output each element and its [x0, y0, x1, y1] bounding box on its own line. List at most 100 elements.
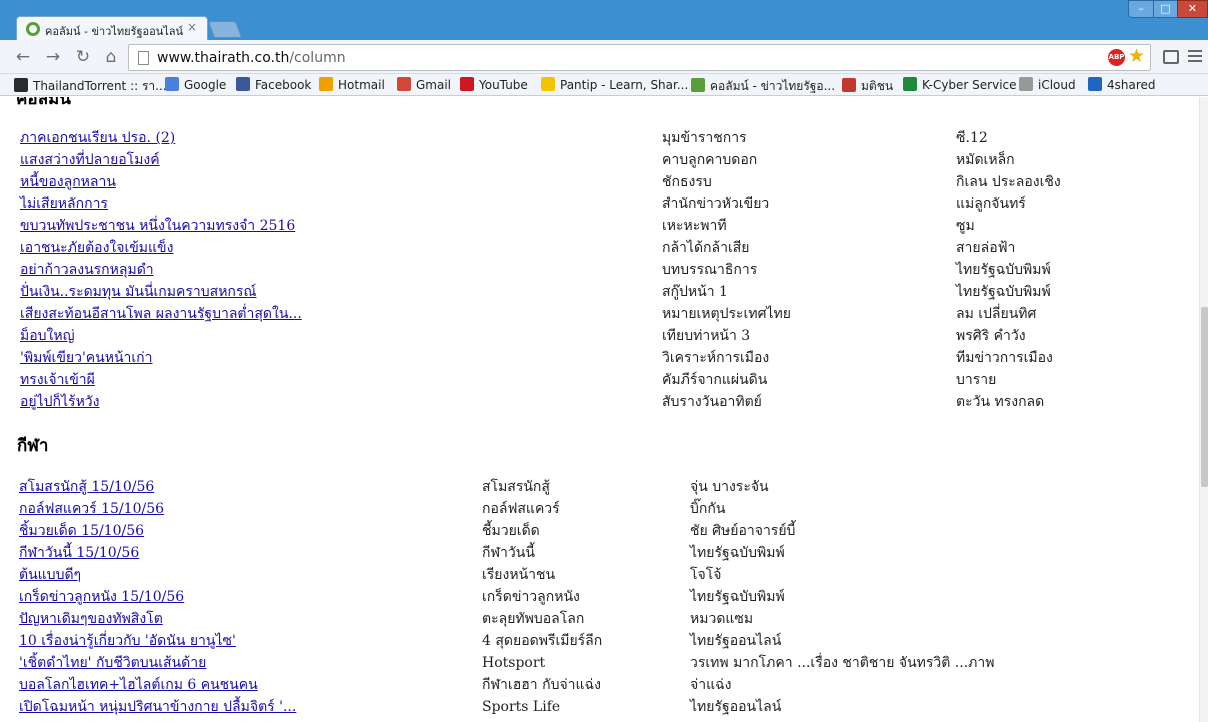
table-row: 10 เรื่องน่ารู้เกี่ยวกับ 'อัดนัน ยานูไซ'…	[0, 630, 1199, 652]
column-name: ตะลุยทัพบอลโลก	[482, 611, 585, 627]
article-title-link[interactable]: 'เชิ้ตดำไทย' กับชีวิตบนเส้นด้าย	[19, 652, 206, 674]
address-bar[interactable]: www.thairath.co.th/column ABP ★	[128, 44, 1151, 71]
bookmark-favicon-icon	[319, 77, 333, 91]
table-row: เกร็ดข่าวลูกหนัง 15/10/56 เกร็ดข่าวลูกหนั…	[0, 586, 1199, 608]
bookmark-item[interactable]: Facebook	[236, 77, 311, 92]
bookmark-item[interactable]: iCloud	[1019, 77, 1076, 92]
article-title-link[interactable]: 10 เรื่องน่ารู้เกี่ยวกับ 'อัดนัน ยานูไซ'	[19, 630, 236, 652]
bookmark-label: YouTube	[479, 78, 528, 92]
article-title-link[interactable]: ทรงเจ้าเข้าผี	[20, 369, 95, 391]
minimize-button[interactable]: –	[1128, 0, 1154, 18]
table-row: ทรงเจ้าเข้าผี คัมภีร์จากแผ่นดิน บาราย	[0, 369, 1199, 391]
article-title-link[interactable]: เปิดโฉมหน้า หนุ่มปริศนาข้างกาย ปลื้มจิตร…	[19, 696, 296, 718]
bookmark-item[interactable]: Pantip - Learn, Shar...	[541, 77, 688, 92]
bookmark-item[interactable]: Google	[165, 77, 226, 92]
article-title-link[interactable]: อย่าก้าวลงนรกหลุมดำ	[20, 259, 154, 281]
author-name: กิเลน ประลองเชิง	[956, 174, 1061, 190]
author-name: แม่ลูกจันทร์	[956, 196, 1026, 212]
column-name: กีฬาเฮฮา กับจ่าแฉ่ง	[482, 677, 601, 693]
url-text[interactable]: www.thairath.co.th/column	[157, 50, 346, 66]
bookmark-item[interactable]: 4shared	[1088, 77, 1156, 92]
table-row: เสียงสะท้อนอีสานโพล ผลงานรัฐบาลต่ำสุดใน.…	[0, 303, 1199, 325]
bookmark-favicon-icon	[541, 77, 555, 91]
column-name: คัมภีร์จากแผ่นดิน	[662, 372, 768, 388]
vertical-scrollbar[interactable]	[1199, 97, 1208, 722]
bookmark-item[interactable]: Hotmail	[319, 77, 385, 92]
adblock-icon[interactable]: ABP	[1108, 49, 1125, 66]
author-name: ไทยรัฐฉบับพิมพ์	[690, 589, 785, 605]
author-name: วรเทพ มากโภคา ...เรื่อง ชาติชาย จันทรวิต…	[690, 655, 995, 671]
bookmark-label: มติชน	[861, 79, 894, 93]
author-name: จ่าแฉ่ง	[690, 677, 732, 693]
column-name: หมายเหตุประเทศไทย	[662, 306, 791, 322]
article-title-link[interactable]: 'พิมพ์เขียว'คนหน้าเก่า	[20, 347, 153, 369]
bookmark-label: คอลัมน์ - ข่าวไทยรัฐอ...	[710, 79, 836, 93]
bookmark-item[interactable]: YouTube	[460, 77, 528, 92]
new-tab-button[interactable]	[207, 21, 243, 38]
article-title-link[interactable]: อยู่ไปก็ไร้หวัง	[20, 391, 100, 413]
column-name: 4 สุดยอดพรีเมียร์ลีก	[482, 633, 603, 649]
article-title-link[interactable]: ต้นแบบดีๆ	[19, 564, 81, 586]
bookmark-label: ThailandTorrent :: รา...	[33, 79, 167, 93]
article-title-link[interactable]: บอลโลกไฮเทค+ไฮไลต์เกม 6 คนชนคน	[19, 674, 258, 696]
bookmark-favicon-icon	[691, 78, 705, 92]
back-arrow-icon[interactable]: ←	[13, 47, 33, 67]
article-title-link[interactable]: เสียงสะท้อนอีสานโพล ผลงานรัฐบาลต่ำสุดใน.…	[20, 303, 302, 325]
bookmark-item[interactable]: คอลัมน์ - ข่าวไทยรัฐอ...	[691, 77, 835, 96]
article-title-link[interactable]: ภาคเอกชนเรียน ปรอ. (2)	[20, 127, 175, 149]
article-title-link[interactable]: ปัญหาเดิมๆของทัพสิงโต	[19, 608, 163, 630]
menu-icon[interactable]	[1188, 50, 1202, 64]
window-titlebar: คอลัมน์ - ข่าวไทยรัฐออนไลน์ × – □ ✕	[0, 0, 1208, 40]
article-title-link[interactable]: เกร็ดข่าวลูกหนัง 15/10/56	[19, 586, 184, 608]
bookmark-item[interactable]: Gmail	[397, 77, 451, 92]
article-title-link[interactable]: หนี้ของลูกหลาน	[20, 171, 116, 193]
page-icon	[138, 51, 149, 65]
bookmark-favicon-icon	[1019, 77, 1033, 91]
article-title-link[interactable]: ปั่นเงิน..ระดมทุน มันนี่เกมคราบสหกรณ์	[20, 281, 256, 303]
table-row: กีฬาวันนี้ 15/10/56 กีฬาวันนี้ ไทยรัฐฉบับพ…	[0, 542, 1199, 564]
column-name: ชี้มวยเด็ด	[482, 523, 540, 539]
scrollbar-thumb[interactable]	[1201, 307, 1208, 487]
bookmark-favicon-icon	[842, 78, 856, 92]
article-title-link[interactable]: ขบวนทัพประชาชน หนึ่งในความทรงจำ 2516	[20, 215, 295, 237]
column-name: สับรางวันอาทิตย์	[662, 394, 762, 410]
column-name: เทียบท่าหน้า 3	[662, 328, 751, 344]
column-name: เรียงหน้าชน	[482, 567, 556, 583]
tab-close-icon[interactable]: ×	[187, 20, 197, 34]
author-name: โจโจ้	[690, 567, 722, 583]
bookmark-label: iCloud	[1038, 78, 1076, 92]
column-name: คาบลูกคาบดอก	[662, 152, 758, 168]
close-window-button[interactable]: ✕	[1177, 0, 1208, 18]
article-title-link[interactable]: ไม่เสียหลักการ	[20, 193, 108, 215]
bookmark-item[interactable]: มติชน	[842, 77, 893, 96]
article-title-link[interactable]: ม็อบใหญ่	[20, 325, 75, 347]
bookmark-item[interactable]: ThailandTorrent :: รา...	[14, 77, 167, 96]
bookmark-item[interactable]: K-Cyber Service	[903, 77, 1017, 92]
table-row: หนี้ของลูกหลาน ชักธงรบ กิเลน ประลองเชิง	[0, 171, 1199, 193]
maximize-button[interactable]: □	[1153, 0, 1178, 18]
bookmark-star-icon[interactable]: ★	[1128, 45, 1145, 67]
column-name: ชักธงรบ	[662, 174, 712, 190]
article-title-link[interactable]: เอาชนะภัยต้องใจเข้มแข็ง	[20, 237, 173, 259]
extension-icon[interactable]	[1163, 50, 1179, 64]
article-title-link[interactable]: กอล์ฟสแควร์ 15/10/56	[19, 498, 164, 520]
table-row: ต้นแบบดีๆ เรียงหน้าชน โจโจ้	[0, 564, 1199, 586]
article-title-link[interactable]: กีฬาวันนี้ 15/10/56	[19, 542, 139, 564]
article-title-link[interactable]: ชิ้มวยเด็ด 15/10/56	[19, 520, 144, 542]
bookmark-favicon-icon	[165, 77, 179, 91]
column-name: สำนักข่าวหัวเขียว	[662, 196, 770, 212]
author-name: จุ่น บางระจัน	[690, 479, 769, 495]
table-row: 'เชิ้ตดำไทย' กับชีวิตบนเส้นด้าย Hotsport ว…	[0, 652, 1199, 674]
column-name: เหะหะพาที	[662, 218, 727, 234]
thairath-favicon-icon	[26, 22, 40, 36]
article-title-link[interactable]: แสงสว่างที่ปลายอโมงค์	[20, 149, 160, 171]
home-icon[interactable]: ⌂	[101, 47, 121, 67]
table-row: กอล์ฟสแควร์ 15/10/56 กอล์ฟสแควร์ บิ๊กกัน	[0, 498, 1199, 520]
tab-column[interactable]: คอลัมน์ - ข่าวไทยรัฐออนไลน์ ×	[16, 16, 208, 40]
forward-arrow-icon[interactable]: →	[43, 47, 63, 67]
bookmark-label: Pantip - Learn, Shar...	[560, 78, 689, 92]
author-name: สายล่อฟ้า	[956, 240, 1016, 256]
reload-icon[interactable]: ↻	[73, 47, 93, 67]
article-title-link[interactable]: สโมสรนักสู้ 15/10/56	[19, 476, 154, 498]
section-heading-sports: กีฬา	[17, 436, 49, 456]
